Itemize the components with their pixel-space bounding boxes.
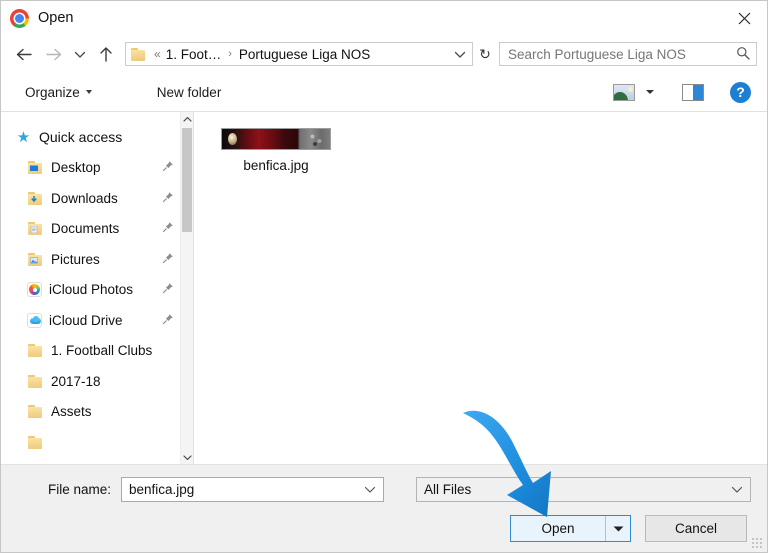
sidebar-item-label: Pictures	[51, 251, 100, 267]
navigation-bar: « 1. Foot… › Portuguese Liga NOS ↻ Searc…	[1, 35, 767, 73]
breadcrumb-folder-icon	[131, 47, 146, 61]
sidebar-item-quick-access[interactable]: ★ Quick access	[1, 122, 180, 153]
sidebar-item-label: 1. Football Clubs	[51, 343, 153, 359]
image-thumbnail	[221, 128, 331, 150]
cancel-button[interactable]: Cancel	[645, 515, 747, 542]
scroll-up-chevron-up-icon[interactable]	[181, 112, 193, 126]
address-chevron-down-icon[interactable]	[450, 50, 470, 59]
open-button-label[interactable]: Open	[511, 516, 606, 541]
folder-icon	[27, 404, 44, 419]
pin-icon[interactable]	[162, 191, 174, 206]
sidebar-item-desktop[interactable]: Desktop	[1, 153, 180, 184]
search-icon[interactable]	[736, 46, 750, 63]
view-large-icons-icon[interactable]	[613, 83, 635, 101]
file-name-value: benfica.jpg	[129, 482, 195, 497]
caret-down-icon	[85, 90, 92, 94]
file-list-view[interactable]: benfica.jpg	[194, 112, 767, 464]
dialog-body: ★ Quick access Desktop Downloads Documen…	[1, 112, 767, 464]
new-folder-button[interactable]: New folder	[151, 81, 228, 104]
organize-button[interactable]: Organize	[19, 81, 98, 104]
view-caret-down-icon[interactable]	[646, 90, 654, 94]
sidebar-item-assets[interactable]: Assets	[1, 397, 180, 428]
sidebar-item-icloud-drive[interactable]: iCloud Drive	[1, 305, 180, 336]
sidebar-item-football-clubs[interactable]: 1. Football Clubs	[1, 336, 180, 367]
navigation-list: ★ Quick access Desktop Downloads Documen…	[1, 112, 180, 464]
sidebar-item-label: Desktop	[51, 160, 101, 176]
folder-documents-icon	[27, 221, 44, 236]
list-item[interactable]: benfica.jpg	[212, 124, 340, 177]
organize-label: Organize	[25, 84, 80, 100]
open-button[interactable]: Open	[510, 515, 631, 542]
dialog-footer: File name: benfica.jpg All Files Open Ca…	[1, 464, 767, 552]
star-icon: ★	[16, 128, 31, 146]
file-type-value: All Files	[424, 482, 472, 497]
sidebar-item-icloud-photos[interactable]: iCloud Photos	[1, 275, 180, 306]
sidebar-item-downloads[interactable]: Downloads	[1, 183, 180, 214]
sidebar-item-label: Quick access	[39, 129, 123, 146]
file-type-select[interactable]: All Files	[416, 477, 751, 502]
search-placeholder: Search Portuguese Liga NOS	[508, 46, 686, 62]
breadcrumb-overflow[interactable]: «	[150, 47, 165, 61]
sidebar-item-label: iCloud Drive	[49, 312, 123, 328]
preview-pane-icon[interactable]	[682, 83, 704, 101]
sidebar-item-pictures[interactable]: Pictures	[1, 244, 180, 275]
scrollbar-thumb[interactable]	[182, 128, 192, 232]
sidebar-item-label: 2017-18	[51, 373, 101, 389]
close-icon[interactable]	[722, 1, 767, 35]
file-name-label: benfica.jpg	[243, 158, 309, 173]
command-bar: Organize New folder ?	[1, 73, 767, 112]
new-folder-label: New folder	[156, 84, 222, 100]
window-title: Open	[38, 10, 74, 26]
breadcrumb-separator[interactable]: ›	[222, 48, 238, 60]
up-one-level-icon[interactable]	[91, 40, 121, 68]
pin-icon[interactable]	[162, 221, 174, 236]
scroll-down-chevron-down-icon[interactable]	[181, 450, 193, 464]
icloud-drive-icon	[27, 312, 42, 328]
folder-icon	[27, 435, 44, 450]
back-icon[interactable]	[9, 40, 39, 68]
chrome-logo-icon	[10, 8, 29, 28]
sidebar-item-label: Assets	[51, 404, 92, 420]
file-name-field-label: File name:	[47, 482, 111, 497]
navigation-pane: ★ Quick access Desktop Downloads Documen…	[1, 112, 194, 464]
file-type-chevron-down-icon[interactable]	[726, 485, 748, 494]
resize-grip-icon[interactable]	[750, 536, 763, 549]
folder-desktop-icon	[27, 160, 44, 175]
breadcrumb-item-1[interactable]: Portuguese Liga NOS	[238, 47, 371, 62]
pin-icon[interactable]	[162, 160, 174, 175]
refresh-icon[interactable]: ↻	[473, 42, 497, 66]
folder-downloads-icon	[27, 191, 44, 206]
file-name-row: File name: benfica.jpg All Files	[17, 477, 751, 502]
sidebar-item-2017-18[interactable]: 2017-18	[1, 366, 180, 397]
sidebar-item-label: Downloads	[51, 190, 118, 206]
open-dropdown-caret-down-icon[interactable]	[606, 516, 630, 541]
help-icon[interactable]: ?	[730, 81, 751, 103]
sidebar-item-label: iCloud Photos	[49, 282, 134, 298]
icloud-photos-icon	[27, 282, 42, 298]
address-bar[interactable]: « 1. Foot… › Portuguese Liga NOS	[125, 42, 473, 66]
folder-icon	[27, 343, 44, 358]
dialog-buttons-row: Open Cancel	[17, 515, 751, 542]
file-name-chevron-down-icon[interactable]	[359, 485, 381, 494]
breadcrumb-item-0[interactable]: 1. Foot…	[165, 47, 223, 62]
file-name-input[interactable]: benfica.jpg	[121, 477, 384, 502]
pin-icon[interactable]	[162, 282, 174, 297]
recent-locations-chevron-down-icon[interactable]	[69, 40, 91, 68]
sidebar-scrollbar[interactable]	[180, 112, 193, 464]
open-file-dialog: Open « 1. Foot… › Portuguese Liga NOS ↻ …	[0, 0, 768, 553]
sidebar-item-partial[interactable]	[1, 427, 180, 458]
sidebar-item-label: Documents	[51, 221, 120, 237]
title-bar: Open	[1, 1, 767, 35]
search-input[interactable]: Search Portuguese Liga NOS	[499, 42, 757, 66]
folder-pictures-icon	[27, 252, 44, 267]
forward-icon[interactable]	[39, 40, 69, 68]
pin-icon[interactable]	[162, 252, 174, 267]
sidebar-item-documents[interactable]: Documents	[1, 214, 180, 245]
pin-icon[interactable]	[162, 313, 174, 328]
folder-icon	[27, 374, 44, 389]
